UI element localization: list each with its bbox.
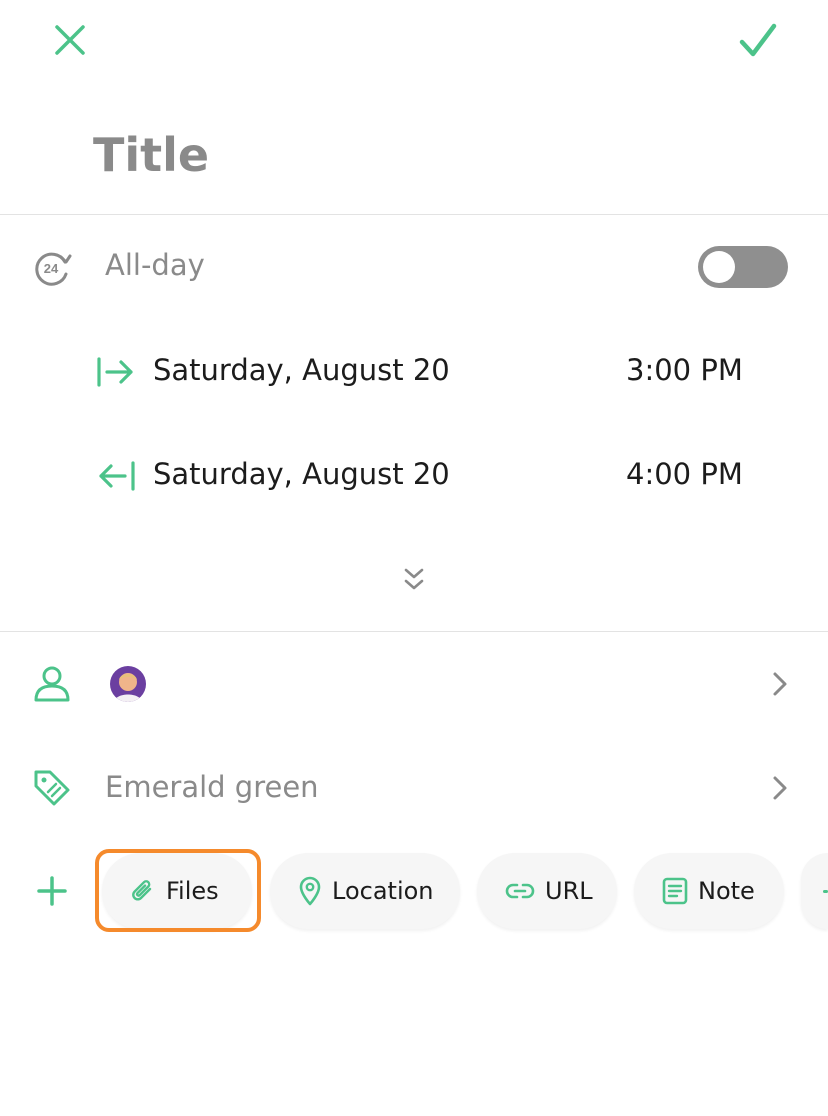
chip-partial[interactable] [801,853,828,929]
arrow-left-from-bar-icon [96,460,136,492]
end-date[interactable]: Saturday, August 20 [153,457,450,491]
color-chevron[interactable] [766,774,794,802]
avatar[interactable] [110,666,146,702]
expand-button[interactable] [398,564,430,596]
chevron-right-icon [773,776,787,800]
participants-chevron[interactable] [766,670,794,698]
arrow-right-to-bar-icon [96,356,136,388]
check-icon [739,23,777,57]
location-pin-icon [299,876,321,906]
note-icon [662,877,688,905]
24h-icon: 24 [32,248,72,288]
tag-icon [32,768,72,808]
allday-label: All-day [105,248,205,282]
add-button[interactable] [34,873,70,909]
end-time[interactable]: 4:00 PM [626,457,743,491]
link-icon [505,883,535,899]
svg-text:24: 24 [44,261,59,276]
close-button[interactable] [48,18,92,62]
double-chevron-down-icon [404,568,424,590]
plus-icon [37,876,67,906]
chevron-right-icon [773,672,787,696]
title-input[interactable]: Title [93,128,209,182]
chip-label: Note [698,877,755,905]
allday-toggle[interactable] [698,246,788,288]
person-icon [32,664,72,704]
partial-chip-icon [823,889,828,893]
toggle-knob [703,251,735,283]
divider [0,631,828,632]
chip-label: URL [545,877,593,905]
chip-label: Location [332,877,434,905]
files-highlight [95,849,261,932]
chip-note[interactable]: Note [634,853,784,929]
save-button[interactable] [734,16,782,64]
chip-location[interactable]: Location [270,853,460,929]
color-label[interactable]: Emerald green [105,770,319,804]
start-time[interactable]: 3:00 PM [626,353,743,387]
divider [0,214,828,215]
close-icon [55,25,85,55]
chip-url[interactable]: URL [477,853,617,929]
start-date[interactable]: Saturday, August 20 [153,353,450,387]
